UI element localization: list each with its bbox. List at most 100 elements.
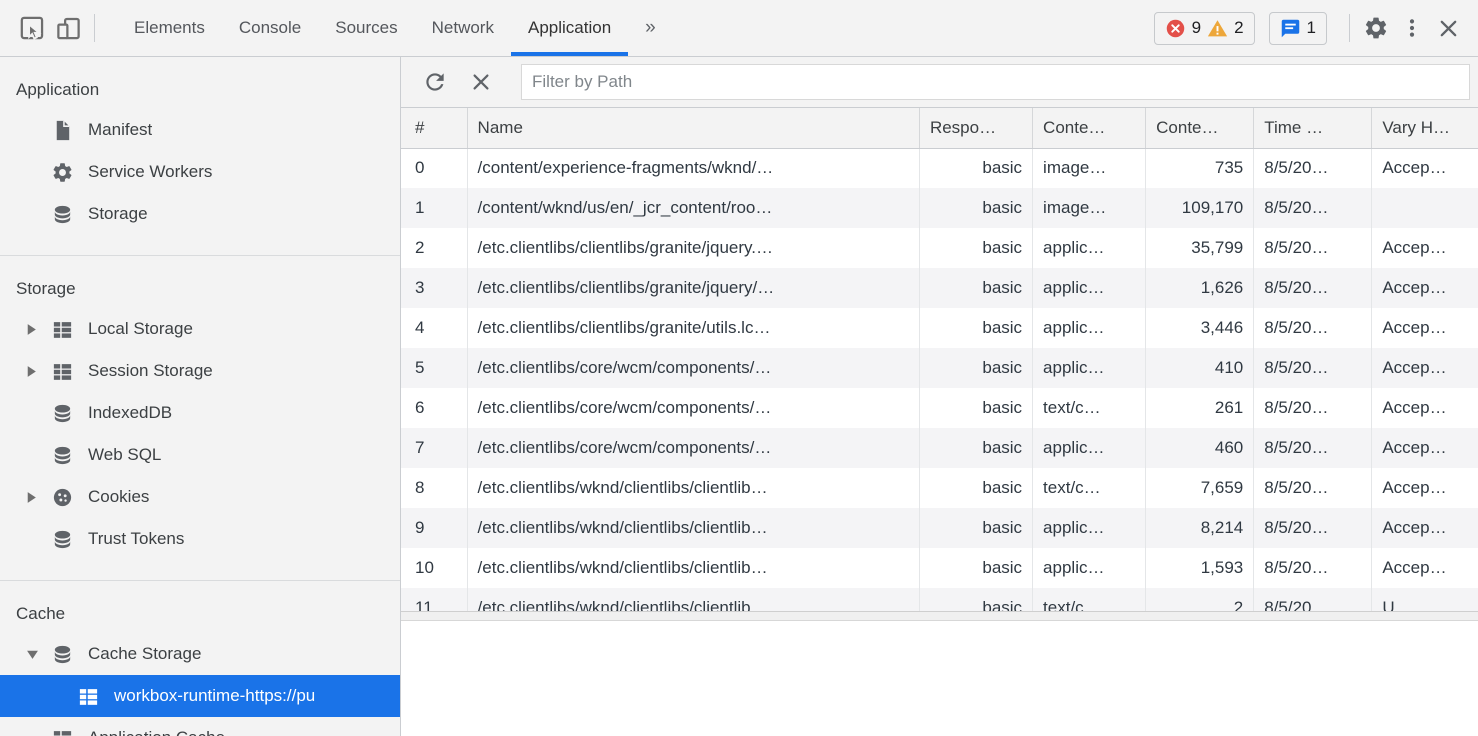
cache-entry-row[interactable]: 2/etc.clientlibs/clientlibs/granite/jque… [401, 228, 1478, 268]
sidebar-item-label: Cache Storage [88, 644, 201, 664]
sidebar-item-cache-storage[interactable]: Cache Storage [0, 633, 400, 675]
cache-entry-row[interactable]: 4/etc.clientlibs/clientlibs/granite/util… [401, 308, 1478, 348]
toolbar-divider [94, 14, 95, 42]
sidebar-item-label: Trust Tokens [88, 529, 184, 549]
cache-entry-row[interactable]: 1/content/wknd/us/en/_jcr_content/roo…ba… [401, 188, 1478, 228]
cache-storage-view: #NameRespo…Conte…Conte…Time …Vary H… 0/c… [401, 57, 1478, 736]
table-icon [76, 684, 100, 708]
cell-content_length: 261 [1146, 388, 1254, 428]
device-toolbar-button[interactable] [50, 10, 86, 46]
file-icon [50, 118, 74, 142]
cache-entry-row[interactable]: 6/etc.clientlibs/core/wcm/components/…ba… [401, 388, 1478, 428]
cell-index: 5 [401, 348, 467, 388]
sidebar-item-session-storage[interactable]: Session Storage [0, 350, 400, 392]
close-icon [1437, 17, 1460, 40]
sidebar-item-label: Cookies [88, 487, 149, 507]
cell-index: 1 [401, 188, 467, 228]
sidebar-item-web-sql[interactable]: Web SQL [0, 434, 400, 476]
tab-console[interactable]: Console [222, 0, 318, 56]
cell-content_type: applic… [1033, 428, 1146, 468]
refresh-button[interactable] [419, 66, 451, 98]
table-icon [50, 726, 74, 736]
cell-content_length: 8,214 [1146, 508, 1254, 548]
error-count: 9 [1192, 18, 1201, 38]
sidebar-section-application: ApplicationManifestService WorkersStorag… [0, 57, 400, 256]
cache-entry-row[interactable]: 5/etc.clientlibs/core/wcm/components/…ba… [401, 348, 1478, 388]
kebab-menu-icon [1400, 16, 1424, 40]
message-icon [1280, 18, 1301, 39]
column-header-content_type[interactable]: Conte… [1033, 108, 1146, 148]
sidebar-item-local-storage[interactable]: Local Storage [0, 308, 400, 350]
cell-vary_header: U… [1372, 588, 1478, 611]
cell-index: 0 [401, 148, 467, 188]
column-header-content_length[interactable]: Conte… [1146, 108, 1254, 148]
cell-vary_header: Accep… [1372, 508, 1478, 548]
cell-response_type: basic [919, 228, 1032, 268]
cell-content_type: applic… [1033, 268, 1146, 308]
warning-icon [1207, 18, 1228, 39]
grid-header-row: #NameRespo…Conte…Conte…Time …Vary H… [401, 108, 1478, 148]
sidebar-item-trust-tokens[interactable]: Trust Tokens [0, 518, 400, 560]
cookie-icon [50, 485, 74, 509]
cache-entry-row[interactable]: 8/etc.clientlibs/wknd/clientlibs/clientl… [401, 468, 1478, 508]
cell-time_cached: 8/5/20… [1254, 228, 1372, 268]
column-header-index[interactable]: # [401, 108, 467, 148]
sidebar-item-indexeddb[interactable]: IndexedDB [0, 392, 400, 434]
cell-name: /etc.clientlibs/core/wcm/components/… [467, 388, 919, 428]
panel-tab-strip: ElementsConsoleSourcesNetworkApplication [117, 0, 628, 56]
console-messages-badge[interactable]: 1 [1269, 12, 1327, 45]
column-header-response_type[interactable]: Respo… [919, 108, 1032, 148]
cache-entry-row[interactable]: 0/content/experience-fragments/wknd/…bas… [401, 148, 1478, 188]
column-header-name[interactable]: Name [467, 108, 919, 148]
chevron-collapsed-icon[interactable] [26, 491, 50, 504]
inspect-icon [19, 15, 46, 42]
sidebar-item-service-workers[interactable]: Service Workers [0, 151, 400, 193]
cell-name: /etc.clientlibs/clientlibs/granite/jquer… [467, 228, 919, 268]
refresh-icon [422, 69, 448, 95]
cell-vary_header: Accep… [1372, 388, 1478, 428]
sidebar-item-manifest[interactable]: Manifest [0, 109, 400, 151]
cell-index: 4 [401, 308, 467, 348]
cache-entry-row[interactable]: 10/etc.clientlibs/wknd/clientlibs/client… [401, 548, 1478, 588]
sidebar-item-cookies[interactable]: Cookies [0, 476, 400, 518]
chevron-expanded-icon[interactable] [26, 649, 50, 660]
cell-content_type: applic… [1033, 548, 1146, 588]
filter-by-path-input[interactable] [521, 64, 1470, 100]
sidebar-item-workbox-runtime-https-pu[interactable]: workbox-runtime-https://pu [0, 675, 400, 717]
cache-entry-row[interactable]: 11/etc.clientlibs/wknd/clientlibs/client… [401, 588, 1478, 611]
cache-entry-row[interactable]: 7/etc.clientlibs/core/wcm/components/…ba… [401, 428, 1478, 468]
chevron-collapsed-icon[interactable] [26, 365, 50, 378]
clear-button[interactable] [465, 66, 497, 98]
tab-network[interactable]: Network [415, 0, 511, 56]
cell-time_cached: 8/5/20… [1254, 388, 1372, 428]
settings-button[interactable] [1358, 10, 1394, 46]
column-header-vary_header[interactable]: Vary H… [1372, 108, 1478, 148]
sidebar-item-label: Local Storage [88, 319, 193, 339]
cache-entry-row[interactable]: 3/etc.clientlibs/clientlibs/granite/jque… [401, 268, 1478, 308]
inspect-element-button[interactable] [14, 10, 50, 46]
chevron-collapsed-icon[interactable] [26, 323, 50, 336]
close-devtools-button[interactable] [1430, 10, 1466, 46]
cell-name: /etc.clientlibs/clientlibs/granite/jquer… [467, 268, 919, 308]
cell-name: /etc.clientlibs/clientlibs/granite/utils… [467, 308, 919, 348]
cache-entry-row[interactable]: 9/etc.clientlibs/wknd/clientlibs/clientl… [401, 508, 1478, 548]
issues-badge[interactable]: 9 2 [1154, 12, 1255, 45]
cell-time_cached: 8/5/20… [1254, 588, 1372, 611]
tab-elements[interactable]: Elements [117, 0, 222, 56]
tab-sources[interactable]: Sources [318, 0, 414, 56]
column-header-time_cached[interactable]: Time … [1254, 108, 1372, 148]
sidebar-item-storage[interactable]: Storage [0, 193, 400, 235]
cell-response_type: basic [919, 268, 1032, 308]
cell-time_cached: 8/5/20… [1254, 548, 1372, 588]
database-icon [50, 202, 74, 226]
horizontal-scrollbar[interactable] [401, 611, 1478, 621]
sidebar-item-application-cache[interactable]: Application Cache [0, 717, 400, 736]
more-options-button[interactable] [1394, 10, 1430, 46]
section-title-cache: Cache [0, 595, 400, 633]
toolbar-divider [1349, 14, 1350, 42]
tab-application[interactable]: Application [511, 0, 628, 56]
cell-content_length: 460 [1146, 428, 1254, 468]
cell-index: 6 [401, 388, 467, 428]
more-tabs-button[interactable]: » [628, 0, 662, 56]
cell-index: 8 [401, 468, 467, 508]
